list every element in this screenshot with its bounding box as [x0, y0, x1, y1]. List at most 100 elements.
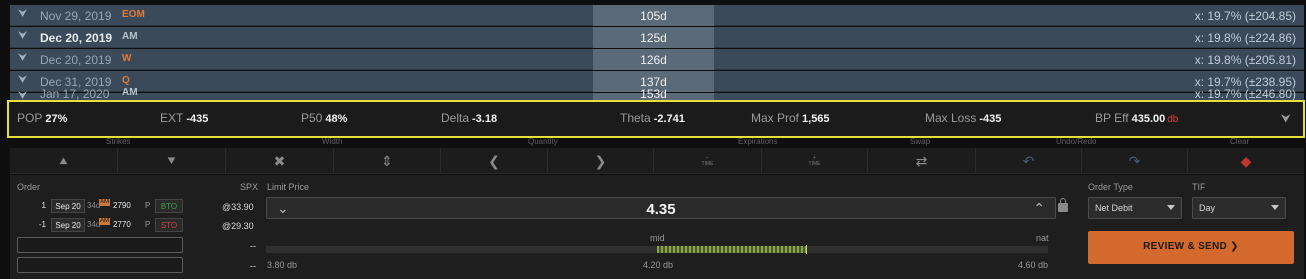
clear-button[interactable]: ◆ [1188, 148, 1304, 174]
leg-strike[interactable]: 2770 [113, 220, 141, 229]
swap-button[interactable]: ⇄ [868, 148, 976, 174]
mid-price-label: 4.20 db [643, 260, 674, 270]
expiration-tag: AM [122, 87, 138, 98]
chevron-down-icon[interactable]: ⮟ [18, 74, 27, 87]
price-slider-marker[interactable] [805, 245, 807, 254]
high-price-label: 4.60 db [1018, 260, 1049, 270]
chevron-left-icon: ❮ [488, 152, 500, 169]
order-label: Order [17, 182, 41, 192]
expiration-date: Dec 20, 2019 [40, 53, 112, 67]
order-leg[interactable]: -1 Sep 20 34d AM 2770 P STO [17, 218, 187, 232]
group-label-undo-redo: Undo/Redo [1056, 137, 1097, 146]
implied-move: x: 19.8% (±224.86) [1194, 31, 1296, 45]
stat-p50: P50 48% [301, 111, 348, 125]
expiration-later-button[interactable]: + TIME [762, 148, 868, 174]
swap-icon: ⇄ [915, 152, 928, 169]
implied-move: x: 19.7% (±246.80) [1194, 87, 1296, 100]
expiration-list: ⮟ Nov 29, 2019 EOM 105d x: 19.7% (±204.8… [10, 0, 1304, 100]
leg-strike[interactable]: 2790 [113, 201, 141, 210]
price-slider-fill [657, 246, 806, 253]
undo-button[interactable]: ↶ [976, 148, 1082, 174]
am-badge: AM [99, 199, 110, 206]
expiration-row[interactable]: ⮟ Dec 20, 2019 AM 125d x: 19.8% (±224.86… [10, 27, 1304, 48]
limit-price-value[interactable]: 4.35 [267, 201, 1055, 218]
tif-value: Day [1199, 203, 1216, 213]
quantity-increase-button[interactable]: ❯ [548, 148, 654, 174]
spx-label: SPX [240, 182, 259, 192]
undo-icon: ↶ [1022, 152, 1035, 169]
am-badge: AM [99, 218, 110, 225]
review-and-send-button[interactable]: REVIEW & SEND ❯ [1088, 231, 1294, 264]
group-label-quantity: Quantity [528, 137, 558, 146]
limit-price-label: Limit Price [267, 182, 310, 192]
width-narrow-button[interactable]: ✖ [226, 148, 334, 174]
eraser-icon: ◆ [1240, 152, 1252, 169]
quantity-decrease-button[interactable]: ❮ [441, 148, 548, 174]
days-to-expiration: 125d [593, 27, 714, 48]
double-chevron-up-icon: ⯅ [57, 152, 70, 169]
chevron-down-icon[interactable]: ⮟ [18, 52, 27, 65]
leg-action[interactable]: BTO [155, 199, 183, 213]
leg-type[interactable]: P [145, 220, 150, 229]
expiration-row[interactable]: ⮟ Dec 20, 2019 W 126d x: 19.8% (±205.81) [10, 49, 1304, 70]
time-label: TIME [808, 161, 821, 167]
expiration-tag: AM [122, 31, 138, 42]
expiration-row[interactable]: ⮟ Nov 29, 2019 EOM 105d x: 19.7% (±204.8… [10, 5, 1304, 26]
expiration-tag: W [122, 53, 132, 64]
expiration-earlier-button[interactable]: − TIME [654, 148, 762, 174]
strikes-down-button[interactable]: ⯆ [118, 148, 226, 174]
tif-select[interactable]: Day [1192, 197, 1286, 219]
leg-quantity[interactable]: -1 [17, 220, 49, 229]
leg-type[interactable]: P [145, 201, 150, 210]
expiration-tag: Q [122, 75, 130, 86]
trade-stats-bar: POP 27% EXT -435 P50 48% Delta -3.18 Theta -2… [7, 100, 1305, 138]
order-type-label: Order Type [1088, 182, 1133, 192]
leg-quantity[interactable]: 1 [17, 201, 49, 210]
tif-label: TIF [1192, 182, 1206, 192]
stat-max-loss: Max Loss -435 [925, 111, 1002, 125]
leg-price: @29.30 [222, 221, 254, 231]
days-to-expiration: 153d [593, 88, 714, 100]
caret-down-icon [1271, 205, 1279, 210]
expand-icon: ⇕ [381, 152, 393, 169]
order-panel: Order SPX Limit Price 1 Sep 20 34d AM 27… [10, 175, 1304, 279]
limit-price-stepper[interactable]: ⌄ 4.35 ⌃ [266, 197, 1056, 219]
empty-leg-slot[interactable] [17, 237, 183, 253]
expiration-date: Dec 20, 2019 [40, 31, 113, 45]
chevron-down-icon[interactable]: ⮟ [18, 90, 27, 100]
caret-down-icon [1167, 205, 1175, 210]
order-type-select[interactable]: Net Debit [1088, 197, 1182, 219]
chevron-up-icon[interactable]: ⌃ [1033, 200, 1045, 217]
chevron-down-icon[interactable]: ⮟ [18, 8, 27, 21]
double-chevron-down-icon: ⯆ [165, 152, 178, 169]
stat-bp-effect: BP Eff 435.00 db [1095, 111, 1179, 125]
lock-icon[interactable] [1058, 198, 1068, 212]
redo-button[interactable]: ↷ [1082, 148, 1188, 174]
leg-expiration[interactable]: Sep 20 [51, 218, 85, 232]
implied-move: x: 19.7% (±204.85) [1194, 9, 1296, 23]
price-slider[interactable] [266, 245, 1048, 254]
toolbar-group-labels: Strikes Width Quantity Expirations Swap … [10, 137, 1304, 147]
leg-action[interactable]: STO [155, 218, 183, 232]
stat-delta: Delta -3.18 [441, 111, 498, 125]
group-label-width: Width [322, 137, 343, 146]
expiration-tag: EOM [122, 9, 145, 20]
chevron-down-icon[interactable]: ⮟ [1281, 111, 1291, 126]
time-label: TIME [701, 161, 714, 167]
order-leg[interactable]: 1 Sep 20 34d AM 2790 P BTO [17, 199, 187, 213]
chevron-down-icon[interactable]: ⮟ [18, 30, 27, 43]
expiration-date: Nov 29, 2019 [40, 9, 112, 23]
low-price-label: 3.80 db [267, 260, 298, 270]
nat-label: nat [1036, 233, 1049, 243]
days-to-expiration: 126d [593, 49, 714, 70]
stat-pop: POP 27% [17, 111, 68, 125]
strategy-toolbar: ⯅ ⯆ ✖ ⇕ ❮ ❯ − TIME + TIME ⇄ ↶ ↷ ◆ [10, 148, 1304, 174]
implied-move: x: 19.8% (±205.81) [1194, 53, 1296, 67]
strikes-up-button[interactable]: ⯅ [10, 148, 118, 174]
collapse-icon: ✖ [273, 152, 286, 169]
expiration-row-partial[interactable]: ⮟ Jan 17, 2020 AM 153d x: 19.7% (±246.80… [10, 87, 1304, 100]
chevron-right-icon: ❯ [594, 152, 607, 169]
width-widen-button[interactable]: ⇕ [334, 148, 441, 174]
empty-leg-slot[interactable] [17, 257, 183, 273]
leg-expiration[interactable]: Sep 20 [51, 199, 85, 213]
